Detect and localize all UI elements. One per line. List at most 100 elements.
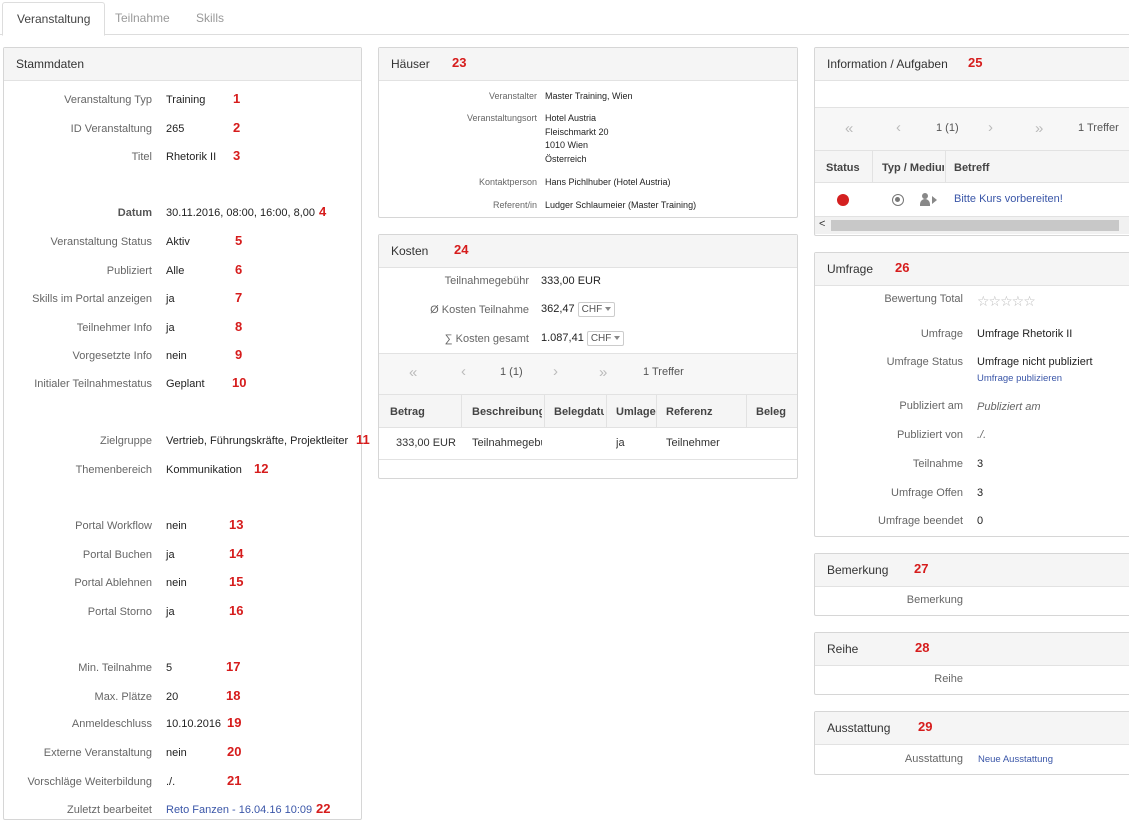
- tab-veranstaltung[interactable]: Veranstaltung: [2, 2, 106, 36]
- marker-16: 16: [229, 603, 244, 618]
- marker-8: 8: [235, 319, 243, 334]
- stammdaten-value: nein: [166, 577, 187, 589]
- stammdaten-value: ja: [166, 322, 175, 334]
- stammdaten-label: Veranstaltung Status: [50, 236, 152, 248]
- ausstattung-label: Ausstattung: [904, 753, 963, 765]
- stammdaten-label: Min. Teilnahme: [78, 662, 152, 674]
- stammdaten-label: Datum: [117, 207, 152, 219]
- next-page-icon[interactable]: ›: [553, 363, 558, 380]
- table-row[interactable]: 333,00 EUR Teilnahmegebühr ja Teilnehmer: [379, 428, 797, 460]
- marker-10: 10: [232, 375, 247, 390]
- tab-skills[interactable]: Skills: [182, 2, 238, 36]
- umfrage-beendet-value: 0: [977, 515, 984, 527]
- stammdaten-value: nein: [166, 747, 187, 759]
- first-page-icon[interactable]: «: [409, 364, 417, 381]
- table-row[interactable]: Bitte Kurs vorbereiten!: [815, 183, 1129, 216]
- stammdaten-value: 20: [166, 691, 179, 703]
- stammdaten-label: Publiziert: [106, 265, 152, 277]
- next-page-icon[interactable]: ›: [988, 119, 993, 136]
- marker-28: 28: [915, 640, 930, 655]
- col-umlage[interactable]: Umlage: [616, 406, 656, 418]
- umfrage-status-value: Umfrage nicht publiziert: [977, 356, 1093, 368]
- col-beleg[interactable]: Beleg: [756, 406, 791, 418]
- stammdaten-label: ID Veranstaltung: [70, 123, 152, 135]
- stammdaten-value: 30.11.2016, 08:00, 16:00, 8,00: [166, 207, 316, 219]
- stammdaten-value: Aktiv: [166, 236, 190, 248]
- col-betrag[interactable]: Betrag: [390, 406, 460, 418]
- marker-23: 23: [452, 55, 467, 70]
- marker-2: 2: [233, 120, 241, 135]
- first-page-icon[interactable]: «: [845, 120, 853, 137]
- stammdaten-label: Portal Storno: [87, 606, 152, 618]
- umfrage-status-label: Umfrage Status: [886, 356, 963, 368]
- stammdaten-value: 10.10.2016: [166, 718, 222, 730]
- bemerkung-title: Bemerkung: [827, 563, 889, 577]
- star-rating-icon[interactable]: ☆☆☆☆☆: [977, 293, 1036, 310]
- kosten-teilnahme-value: 362,47: [541, 303, 575, 315]
- marker-20: 20: [227, 744, 242, 759]
- chevron-down-icon: [614, 336, 621, 341]
- tab-teilnahme[interactable]: Teilnahme: [101, 2, 184, 36]
- veranstalter-label: Veranstalter: [488, 91, 537, 101]
- col-belegdatum[interactable]: Belegdatum: [554, 406, 604, 418]
- teilnahme-value: 3: [977, 458, 984, 470]
- marker-11: 11: [356, 432, 370, 447]
- hits-count: 1 Treffer: [1078, 122, 1119, 134]
- stammdaten-value: 5: [166, 662, 173, 674]
- last-page-icon[interactable]: »: [1035, 120, 1043, 137]
- col-typ-medium[interactable]: Typ / Medium: [882, 162, 944, 174]
- umfrage-value: Umfrage Rhetorik II: [977, 328, 1073, 340]
- stammdaten-value: ja: [166, 606, 175, 618]
- publiziert-von-label: Publiziert von: [896, 429, 963, 441]
- stammdaten-label: Zuletzt bearbeitet: [67, 804, 152, 816]
- col-beschreibung[interactable]: Beschreibung: [472, 406, 542, 418]
- marker-17: 17: [226, 659, 241, 674]
- horizontal-scrollbar[interactable]: <: [815, 216, 1129, 234]
- marker-21: 21: [227, 773, 242, 788]
- prev-page-icon[interactable]: ‹: [896, 119, 901, 136]
- currency-select[interactable]: CHF: [586, 331, 625, 346]
- veranstaltungsort-label: Veranstaltungsort: [466, 113, 537, 123]
- page-indicator: 1 (1): [936, 122, 959, 134]
- neue-ausstattung-link[interactable]: Neue Ausstattung: [978, 754, 1053, 765]
- stammdaten-label: Portal Ablehnen: [74, 577, 152, 589]
- stammdaten-label: Portal Buchen: [82, 549, 152, 561]
- veranstaltungsort-line-3: 1010 Wien: [545, 140, 589, 150]
- reihe-title: Reihe: [827, 642, 859, 656]
- ausstattung-panel: Ausstattung 29 Ausstattung Neue Ausstatt…: [814, 711, 1129, 775]
- umfrage-label: Umfrage: [920, 328, 963, 340]
- marker-6: 6: [235, 262, 243, 277]
- kosten-pager: « ‹ 1 (1) › » 1 Treffer: [379, 354, 797, 394]
- referent-label: Referent/in: [492, 200, 537, 210]
- col-betreff[interactable]: Betreff: [954, 162, 1054, 174]
- user-forward-icon: [920, 193, 940, 207]
- kosten-teilnahme-label: Ø Kosten Teilnahme: [430, 304, 529, 316]
- currency-select[interactable]: CHF: [577, 302, 616, 317]
- kontaktperson-label: Kontaktperson: [478, 177, 537, 187]
- stammdaten-value: ja: [166, 293, 175, 305]
- col-status[interactable]: Status: [826, 162, 874, 174]
- stammdaten-label: Anmeldeschluss: [71, 718, 152, 730]
- stammdaten-label: Vorschläge Weiterbildung: [27, 776, 152, 788]
- betreff-link[interactable]: Bitte Kurs vorbereiten!: [954, 193, 1063, 205]
- scrollbar-thumb[interactable]: [831, 220, 1119, 231]
- prev-page-icon[interactable]: ‹: [461, 363, 466, 380]
- stammdaten-value: ja: [166, 549, 175, 561]
- stammdaten-label: Vorgesetzte Info: [72, 350, 153, 362]
- col-referenz[interactable]: Referenz: [666, 406, 736, 418]
- teilnahme-label: Teilnahme: [912, 458, 963, 470]
- veranstaltungsort-line-4: Österreich: [545, 154, 587, 164]
- target-icon: [892, 194, 904, 206]
- haeuser-title: Häuser: [391, 57, 430, 71]
- stammdaten-label: Teilnehmer Info: [76, 322, 152, 334]
- marker-13: 13: [229, 517, 244, 532]
- kosten-panel: Kosten 24 Teilnahmegebühr 333,00 EUR Ø K…: [378, 234, 798, 479]
- teilnahmegebuehr-label: Teilnahmegebühr: [444, 275, 529, 287]
- reihe-label: Reihe: [934, 673, 963, 685]
- stammdaten-label: Zielgruppe: [100, 435, 152, 447]
- kosten-title: Kosten: [391, 244, 429, 258]
- umfrage-publizieren-link[interactable]: Umfrage publizieren: [977, 373, 1062, 384]
- zuletzt-bearbeitet-link[interactable]: Reto Fanzen - 16.04.16 10:09: [166, 804, 312, 816]
- scroll-left-icon[interactable]: <: [819, 218, 825, 230]
- last-page-icon[interactable]: »: [599, 364, 607, 381]
